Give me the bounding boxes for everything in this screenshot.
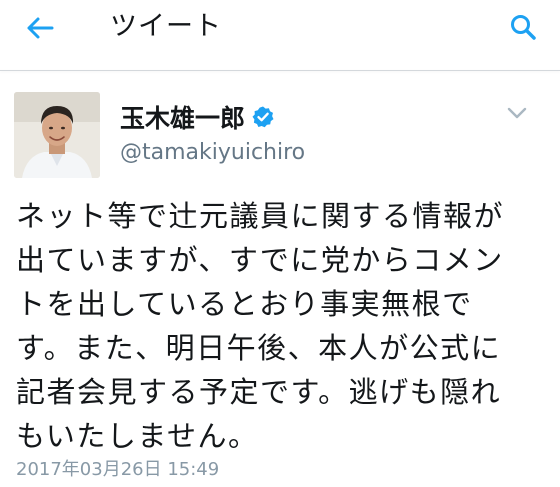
user-handle[interactable]: @tamakiyuichiro: [120, 140, 305, 165]
tweet-text-line: トを出しているとおり事実無根で: [16, 287, 473, 321]
search-icon: [511, 15, 536, 40]
tweet-text: ネット等で辻元議員に関する情報が 出ていますが、すでに党からコメン トを出してい…: [16, 194, 552, 458]
back-arrow-icon: [27, 17, 54, 39]
author-name-row[interactable]: 玉木雄一郎: [120, 100, 275, 134]
tweet-screen: ツイート 玉木雄一郎 @tamakiyuichiro ネット等で辻元議員に関する…: [0, 0, 560, 487]
avatar[interactable]: [14, 92, 100, 178]
display-name[interactable]: 玉木雄一郎: [120, 99, 245, 135]
tweet-text-line: ネット等で辻元議員に関する情報が: [16, 199, 505, 233]
back-button[interactable]: [14, 8, 66, 48]
header-divider: [0, 70, 560, 71]
tweet-text-line: もいたしません。: [16, 419, 259, 453]
tweet-text-line: す。また、明日午後、本人が公式に: [16, 331, 502, 365]
search-button[interactable]: [500, 6, 546, 48]
app-header: ツイート: [0, 0, 560, 66]
tweet-options-button[interactable]: [502, 100, 532, 126]
verified-badge-icon: [251, 105, 275, 129]
profile-photo: [14, 92, 100, 178]
tweet-text-line: 記者会見する予定です。逃げも隠れ: [16, 375, 502, 409]
tweet-timestamp: 2017年03月26日 15:49: [16, 459, 220, 480]
chevron-down-icon: [507, 107, 527, 119]
tweet-text-line: 出ていますが、すでに党からコメン: [16, 243, 504, 277]
page-title: ツイート: [110, 11, 222, 42]
